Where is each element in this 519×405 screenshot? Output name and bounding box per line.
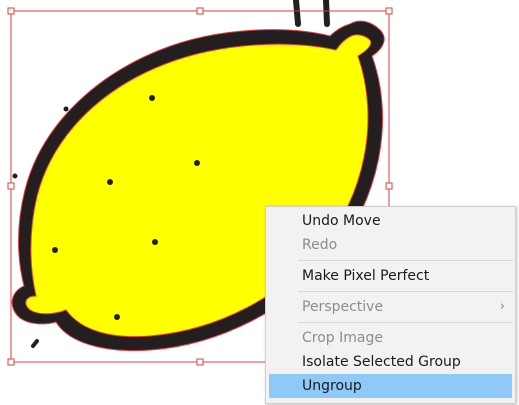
menu-item-label: Undo Move [302,213,381,229]
dot [52,247,58,253]
handle-middle-right [385,182,393,190]
handle-bottom-middle [196,358,204,366]
handle-top-right [385,7,393,15]
handle-bottom-left [7,358,15,366]
dot [194,160,200,166]
handle-top-middle [196,7,204,15]
menu-item-crop-image[interactable]: Crop Image [266,326,515,350]
menu-item-label: Ungroup [302,378,362,394]
menu-separator [298,291,513,292]
menu-item-label: Make Pixel Perfect [302,268,430,284]
context-menu: Undo Move Redo Make Pixel Perfect Perspe… [265,206,516,404]
menu-item-redo[interactable]: Redo [266,233,515,257]
handle-middle-left [7,182,15,190]
lemon-stem [293,0,330,27]
dash [31,339,39,348]
dot [149,95,155,101]
menu-item-ungroup[interactable]: Ungroup [269,374,512,398]
handle-top-left [7,7,15,15]
dot [107,179,113,185]
dot [152,239,158,245]
menu-separator [298,260,513,261]
dot [63,106,69,112]
menu-item-label: Redo [302,237,338,253]
dot [12,173,18,179]
menu-item-label: Crop Image [302,330,383,346]
menu-separator [298,322,513,323]
menu-item-isolate-selected-group[interactable]: Isolate Selected Group [266,350,515,374]
menu-item-label: Perspective [302,299,384,315]
dot [114,314,120,320]
chevron-right-icon: › [499,299,505,314]
menu-item-make-pixel-perfect[interactable]: Make Pixel Perfect [266,264,515,288]
menu-item-label: Isolate Selected Group [302,354,461,370]
menu-item-perspective[interactable]: Perspective › [266,295,515,319]
menu-item-undo-move[interactable]: Undo Move [266,209,515,233]
